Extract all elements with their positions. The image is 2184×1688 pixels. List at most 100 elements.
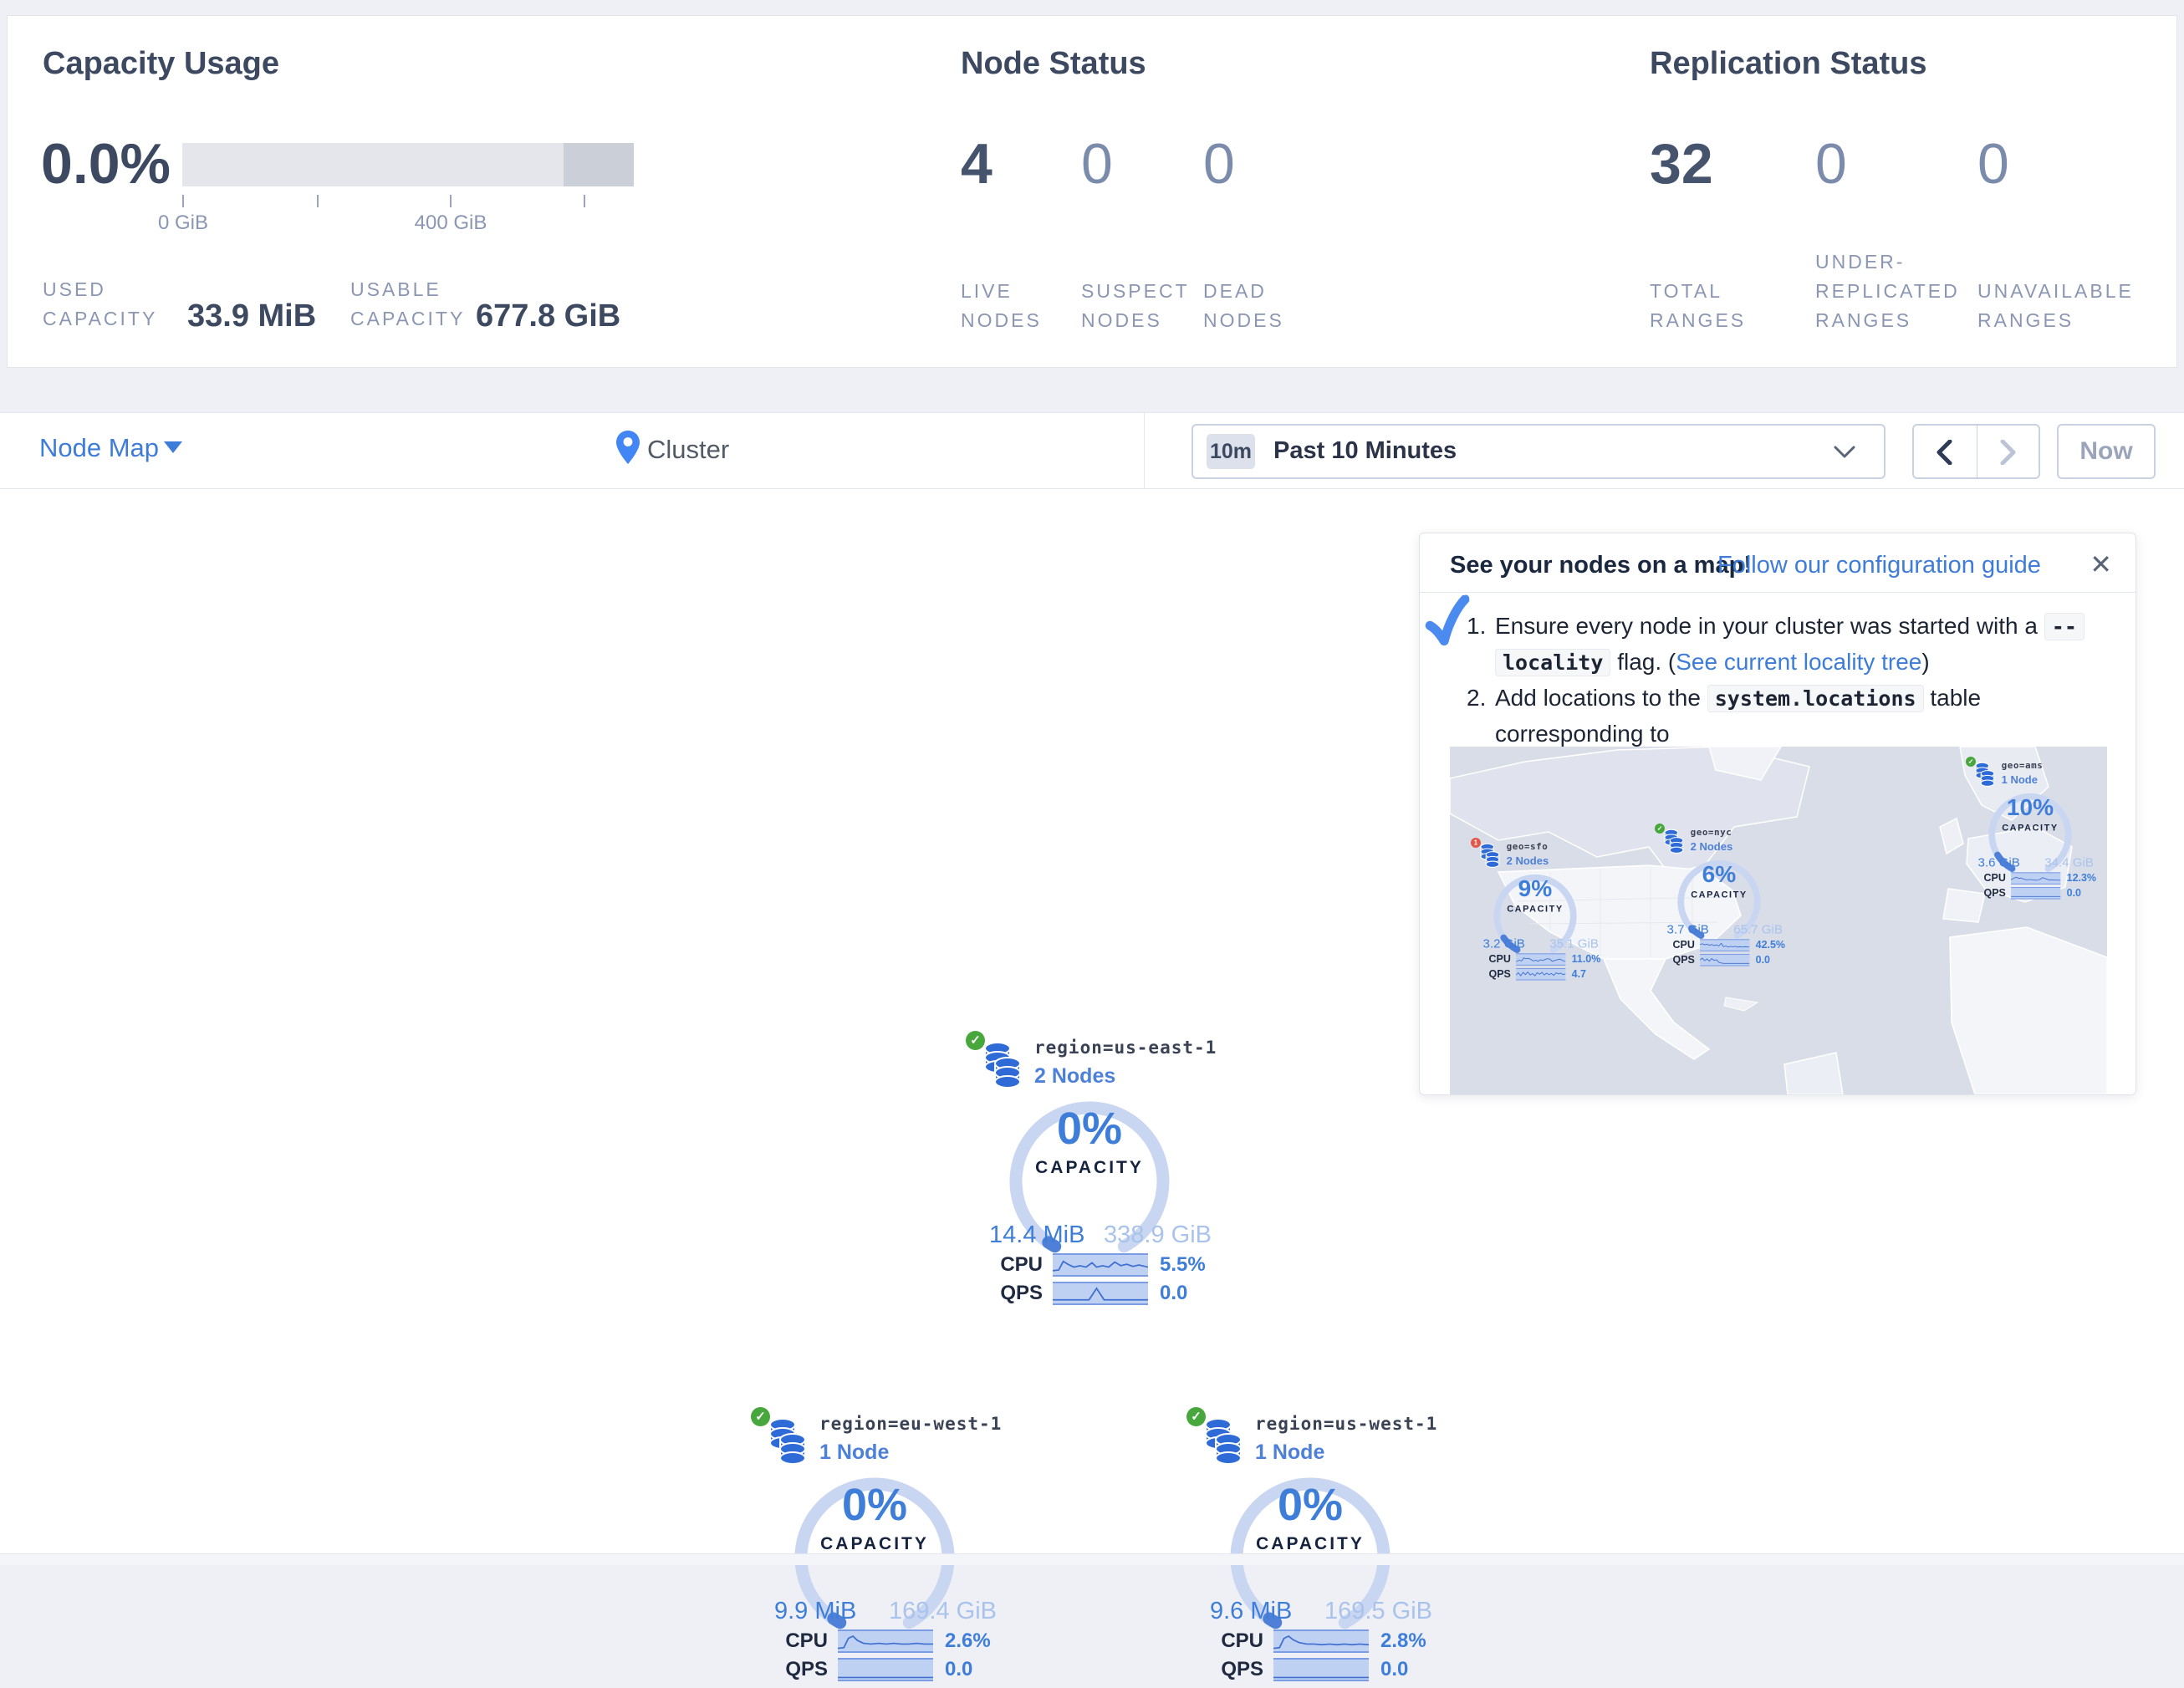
under-replicated-label: UNDER- REPLICATED RANGES [1815,247,1960,335]
capacity-word: CAPACITY [1006,1158,1173,1178]
instruction-step-1: 1. Ensure every node in your cluster was… [1450,609,2119,681]
time-range-badge: 10m [1207,434,1255,469]
breadcrumb-cluster[interactable]: Cluster [647,435,729,465]
time-back-button[interactable] [1914,426,1977,477]
view-mode-dropdown[interactable]: Node Map [39,433,159,463]
locality-card-us-east-1[interactable]: ✓ region=us-east-1 2 Nodes 0% CAPACITY 1… [966,1031,1225,1312]
configuration-guide-link[interactable]: Follow our configuration guide [1717,552,2041,579]
cpu-metric-row: CPU 42.5% [1655,939,1789,951]
used-capacity: 9.6 MiB [1210,1598,1292,1625]
view-toolbar: Node Map Cluster 10m Past 10 Minutes Now [0,412,2184,489]
locality-card-us-west-1[interactable]: ✓ region=us-west-1 1 Node 0% CAPACITY 9.… [1186,1407,1446,1688]
cpu-metric-row: CPU 2.6% [751,1629,1010,1653]
capacity-values: 9.9 MiB 169.4 GiB [774,1598,997,1625]
qps-metric-row: QPS 0.0 [751,1658,1010,1681]
healthy-check-icon: ✓ [966,1031,985,1050]
axis-tick-label: 400 GiB [384,212,518,235]
database-stack-icon [762,1417,807,1466]
cpu-metric-row: CPU 12.3% [1966,872,2100,885]
node-count-link[interactable]: 1 Node [819,1441,889,1465]
qps-label: QPS [1212,1658,1263,1681]
now-button[interactable]: Now [2057,424,2156,479]
qps-label: QPS [1979,887,2006,900]
cpu-sparkline [1273,1629,1369,1653]
cpu-metric-row: CPU 2.8% [1186,1629,1446,1653]
axis-tick [182,195,184,207]
map-marker-geo-nyc[interactable]: ✓ geo=nyc 2 Nodes 6% CAPACITY 3.7 GiB 65… [1655,824,1789,970]
cpu-label: CPU [991,1253,1043,1277]
used-capacity-value: 33.9 MiB [187,298,316,334]
close-icon[interactable]: ✕ [2090,548,2112,580]
axis-tick-label: 0 GiB [116,212,250,235]
warning-count-icon: 1 [1471,838,1481,848]
capacity-usage-title: Capacity Usage [43,46,279,82]
capacity-percent: 9% [1492,875,1579,902]
time-range-label: Past 10 Minutes [1273,437,1457,465]
time-range-dropdown[interactable]: 10m Past 10 Minutes [1192,424,1885,479]
usable-capacity-value: 677.8 GiB [476,298,620,334]
used-capacity-label: USED CAPACITY [43,275,157,334]
step-text: Add locations to the [1495,685,1707,711]
qps-label: QPS [1484,968,1511,981]
cpu-sparkline [1700,939,1749,951]
capacity-percent: 0% [1227,1479,1394,1531]
used-capacity: 14.4 MiB [989,1221,1084,1249]
database-stack-icon [1972,762,1995,787]
node-count-link: 1 Node [2002,774,2038,787]
capacity-values: 3.6 GiB 34.4 GiB [1978,856,2094,870]
capacity-word: CAPACITY [1227,1534,1394,1554]
map-marker-geo-ams[interactable]: ✓ geo=ams 1 Node 10% CAPACITY 3.6 GiB 34… [1966,757,2100,903]
capacity-percent: 0% [1006,1103,1173,1155]
capacity-usage-percent: 0.0% [41,131,171,196]
time-forward-button[interactable] [1977,426,2039,477]
toolbar-divider [1144,413,1145,488]
map-pin-icon [615,430,640,465]
used-capacity: 3.7 GiB [1667,923,1709,937]
unavailable-ranges-count: 0 [1977,131,2009,196]
qps-value: 4.7 [1572,968,1586,981]
usable-capacity-label: USABLE CAPACITY [350,275,465,334]
dead-nodes-label: DEAD NODES [1203,277,1284,335]
database-stack-icon [1197,1417,1243,1466]
axis-tick [317,195,319,207]
database-stack-icon [1477,843,1500,868]
popup-divider [1420,592,2136,593]
total-capacity: 35.1 GiB [1549,937,1599,951]
locality-label: geo=ams [2002,760,2044,770]
cpu-sparkline [1053,1253,1148,1277]
total-capacity: 169.4 GiB [889,1598,997,1625]
qps-value: 0.0 [1380,1658,1408,1681]
locality-label: geo=nyc [1691,827,1732,837]
locality-card-eu-west-1[interactable]: ✓ region=eu-west-1 1 Node 0% CAPACITY 9.… [751,1407,1010,1688]
step-text: flag. ( [1610,649,1676,675]
used-capacity: 9.9 MiB [774,1598,856,1625]
qps-label: QPS [776,1658,828,1681]
qps-metric-row: QPS 4.7 [1471,968,1605,981]
capacity-word: CAPACITY [1987,823,2074,833]
cpu-sparkline [2011,872,2060,885]
cpu-value: 12.3% [2067,872,2096,885]
capacity-word: CAPACITY [1492,904,1579,914]
node-count-link[interactable]: 1 Node [1255,1441,1324,1465]
node-count-link[interactable]: 2 Nodes [1034,1064,1115,1089]
cpu-value: 2.8% [1380,1629,1426,1653]
cpu-label: CPU [776,1629,828,1653]
map-marker-geo-sfo[interactable]: 1 geo=sfo 2 Nodes 9% CAPACITY 3.2 GiB 35… [1471,838,1605,984]
capacity-word: CAPACITY [791,1534,958,1554]
cpu-value: 42.5% [1756,939,1785,951]
code-chip: locality [1495,649,1610,676]
live-nodes-label: LIVE NODES [961,277,1042,335]
qps-sparkline [838,1658,933,1681]
locality-tree-link[interactable]: See current locality tree [1676,649,1921,675]
locality-label: region=us-west-1 [1255,1414,1437,1434]
node-status-title: Node Status [961,46,1146,82]
healthy-check-icon: ✓ [1186,1407,1206,1426]
example-node-map-image: 1 geo=sfo 2 Nodes 9% CAPACITY 3.2 GiB 35… [1450,747,2107,1094]
database-stack-icon [1661,829,1684,854]
capacity-bar-reserved-segment [564,143,634,186]
live-nodes-count: 4 [961,131,992,196]
blue-checkmark-icon [1422,594,1474,651]
cpu-value: 11.0% [1572,953,1601,966]
capacity-percent: 6% [1676,861,1763,888]
total-ranges-label: TOTAL RANGES [1650,277,1746,335]
